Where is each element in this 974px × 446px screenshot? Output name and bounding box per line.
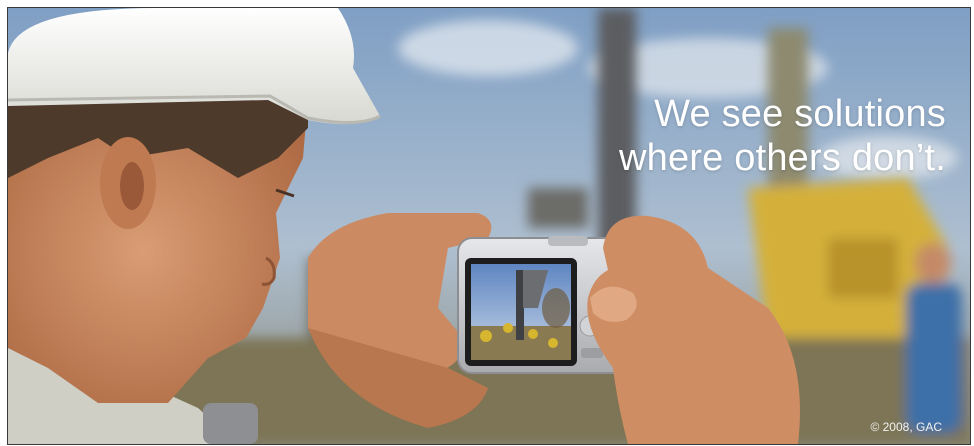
headline-line-1: We see solutions <box>654 93 946 135</box>
construction-photo <box>8 8 970 444</box>
headline-line-2: where others don’t. <box>619 137 946 179</box>
copyright-notice: © 2008, GAC <box>870 420 942 434</box>
hero-banner: We see solutions where others don’t. © 2… <box>8 8 970 444</box>
banner-headline: We see solutions where others don’t. <box>619 92 946 180</box>
